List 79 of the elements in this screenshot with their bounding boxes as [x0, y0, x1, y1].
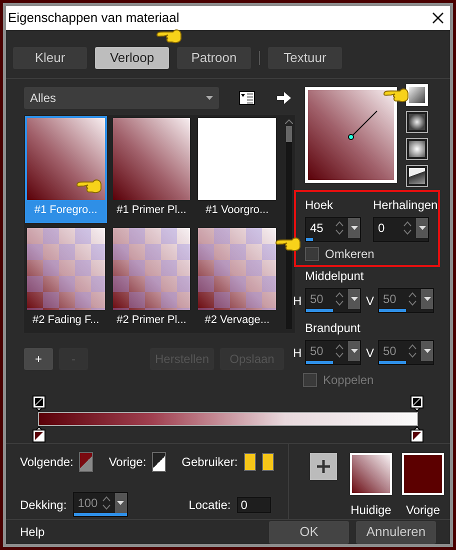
checkbox-label: Koppelen: [323, 372, 374, 389]
previous-label: Vorige:: [108, 454, 146, 471]
gradient-label: #2 Vervage...: [204, 312, 270, 328]
user-color-swatch[interactable]: [262, 453, 274, 471]
spin-arrows-icon: [408, 292, 417, 306]
gradient-label: #2 Primer Pl...: [116, 312, 186, 328]
opacity-label: Dekking:: [20, 496, 67, 514]
arrow-right-icon[interactable]: [277, 92, 291, 104]
plus-icon: [317, 460, 330, 473]
gradient-item[interactable]: #2 Fading F...: [25, 226, 107, 332]
spin-arrows-icon: [335, 292, 344, 306]
ok-button[interactable]: OK: [269, 520, 349, 544]
tab[interactable]: Kleur: [13, 47, 87, 69]
list-view-icon[interactable]: [239, 91, 255, 105]
spin-arrows-icon: [403, 221, 412, 235]
caret-icon: [206, 96, 213, 100]
window-title: Eigenschappen van materiaal: [8, 9, 180, 28]
previous-swatch-label: Vorige: [406, 502, 440, 519]
section-label: Middelpunt: [304, 268, 365, 285]
stop-marker-icon[interactable]: [32, 426, 46, 443]
previous-color-swatch[interactable]: [152, 452, 166, 472]
spin-value: 0: [377, 220, 386, 237]
spin-value: 50: [309, 291, 324, 308]
checkbox[interactable]: [305, 247, 319, 261]
spin-arrows-icon: [335, 221, 344, 235]
location-field[interactable]: 0: [236, 496, 271, 512]
scroll-thumb[interactable]: [286, 126, 292, 142]
tab[interactable]: Textuur: [268, 47, 342, 69]
stop-marker-icon[interactable]: [410, 426, 424, 443]
current-swatch: [350, 453, 392, 495]
gradient-item[interactable]: #2 Vervage...: [196, 226, 278, 332]
gradient-style-button[interactable]: [406, 165, 428, 187]
user-color-swatch[interactable]: [244, 453, 256, 471]
next-label: Volgende:: [20, 454, 74, 471]
next-color-swatch[interactable]: [79, 452, 93, 472]
spin-field[interactable]: 45: [305, 217, 361, 242]
angle-label: Hoek: [305, 197, 334, 214]
gradient-label: #1 Voorgro...: [206, 203, 269, 218]
cancel-button[interactable]: Annuleren: [356, 520, 436, 544]
gradient-item[interactable]: #1 Voorgro...: [196, 116, 278, 222]
spin-value: 50: [382, 291, 398, 308]
gradient-label: #2 Fading F...: [32, 312, 100, 328]
section-label: Brandpunt: [304, 320, 362, 337]
gradient-style-button[interactable]: [406, 138, 428, 160]
spin-value: 100: [76, 495, 99, 512]
spin-value: 50: [309, 343, 324, 360]
location-label: Locatie:: [188, 496, 231, 514]
previous-swatch: [402, 453, 444, 495]
scroll-up-icon[interactable]: [285, 119, 293, 124]
axis-label: V: [366, 292, 375, 310]
repeats-label: Herhalingen: [373, 197, 438, 214]
close-icon: [432, 12, 444, 24]
gradient-label: #1 Foregro...: [34, 203, 98, 218]
small-button[interactable]: +: [24, 348, 53, 370]
spin-arrows-icon: [335, 344, 344, 358]
axis-label: H: [293, 344, 302, 362]
add-button[interactable]: [310, 453, 337, 480]
tab[interactable]: Patroon: [177, 47, 251, 69]
gradient-item[interactable]: #1 Primer Pl...: [110, 116, 192, 222]
tab[interactable]: Verloop: [95, 47, 169, 69]
axis-label: H: [293, 292, 302, 310]
scroll-track[interactable]: [286, 126, 292, 329]
gradient-style-button[interactable]: [406, 111, 428, 133]
spin-value: 50: [382, 343, 398, 360]
help-link[interactable]: Help: [20, 523, 262, 541]
stop-marker-icon[interactable]: [32, 395, 46, 412]
spin-arrows-icon: [102, 496, 111, 510]
angle-handle-icon[interactable]: [348, 110, 378, 140]
spin-arrows-icon: [408, 344, 417, 358]
axis-label: V: [366, 344, 375, 362]
category-dropdown[interactable]: Alles: [24, 87, 219, 109]
checkbox-label: Omkeren: [325, 246, 374, 263]
stop-marker-icon[interactable]: [410, 395, 424, 412]
gradient-item[interactable]: #2 Primer Pl...: [110, 226, 192, 332]
user-label: Gebruiker:: [182, 454, 238, 471]
spin-value: 45: [309, 220, 324, 237]
spin-field[interactable]: 0: [373, 217, 429, 242]
current-label: Huidige: [350, 502, 392, 519]
gradient-label: #1 Primer Pl...: [116, 203, 186, 218]
